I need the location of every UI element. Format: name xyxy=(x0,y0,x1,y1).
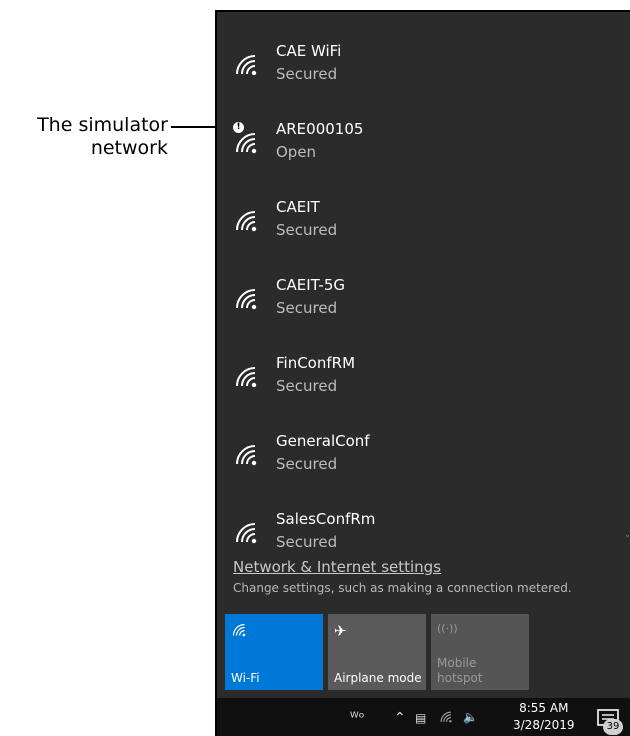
people-icon[interactable]: ᵂᵒ xyxy=(350,710,365,726)
notification-count-badge: 39 xyxy=(603,719,623,735)
network-name: CAEIT xyxy=(276,198,320,216)
wifi-signal-icon xyxy=(236,211,257,232)
network-item-finconfrm[interactable]: FinConfRM Secured xyxy=(217,350,627,426)
airplane-tile-label: Airplane mode xyxy=(334,671,422,685)
network-list[interactable]: CAE WiFi Secured ! ARE000105 Open CAEIT … xyxy=(217,12,630,547)
hotspot-tile-label: Mobile hotspot xyxy=(437,656,483,685)
network-status: Secured xyxy=(276,533,338,547)
wifi-signal-icon xyxy=(236,55,257,76)
network-flyout: CAE WiFi Secured ! ARE000105 Open CAEIT … xyxy=(215,10,630,736)
callout-line2: network xyxy=(90,137,168,159)
show-hidden-icons-chevron-icon[interactable]: ⌃ xyxy=(394,710,406,726)
network-item-salesconfrm[interactable]: SalesConfRm Secured xyxy=(217,506,627,547)
network-name: CAEIT-5G xyxy=(276,276,346,294)
clock[interactable]: 8:55 AM 3/28/2019 xyxy=(513,700,575,734)
settings-description: Change settings, such as making a connec… xyxy=(233,581,572,595)
network-name: SalesConfRm xyxy=(276,510,376,528)
wifi-tile-label: Wi-Fi xyxy=(231,671,260,685)
wifi-icon xyxy=(232,623,246,637)
network-item-cae-wifi[interactable]: CAE WiFi Secured xyxy=(217,38,627,114)
network-name: GeneralConf xyxy=(276,432,370,450)
network-name: FinConfRM xyxy=(276,354,356,372)
network-tray-icon[interactable] xyxy=(439,710,453,724)
wifi-signal-icon xyxy=(236,367,257,388)
network-name: ARE000105 xyxy=(276,120,364,138)
callout-label: The simulator network xyxy=(0,114,168,160)
airplane-icon: ✈ xyxy=(334,622,347,640)
scroll-down-arrow[interactable]: ⌄ xyxy=(624,530,630,539)
clock-date: 3/28/2019 xyxy=(513,718,575,732)
network-item-caeit-5g[interactable]: CAEIT-5G Secured xyxy=(217,272,627,348)
battery-icon[interactable]: ▤ xyxy=(415,711,426,725)
volume-icon[interactable]: 🔈 xyxy=(463,710,478,724)
callout-pointer xyxy=(171,126,217,128)
network-status: Secured xyxy=(276,299,338,317)
hotspot-icon: ((·)) xyxy=(437,622,458,635)
wifi-signal-icon xyxy=(236,523,257,544)
mobile-hotspot-tile[interactable]: ((·)) Mobile hotspot xyxy=(431,614,529,690)
network-name: CAE WiFi xyxy=(276,42,342,60)
network-status: Secured xyxy=(276,377,338,395)
network-item-caeit[interactable]: CAEIT Secured xyxy=(217,194,627,270)
network-status: Secured xyxy=(276,221,338,239)
network-status: Open xyxy=(276,143,317,161)
wifi-toggle-tile[interactable]: Wi-Fi xyxy=(225,614,323,690)
callout-line1: The simulator xyxy=(37,114,168,136)
network-status: Secured xyxy=(276,65,338,83)
airplane-mode-tile[interactable]: ✈ Airplane mode xyxy=(328,614,426,690)
network-status: Secured xyxy=(276,455,338,473)
settings-section: Network & Internet settings Change setti… xyxy=(233,558,628,595)
wifi-signal-icon xyxy=(236,133,257,154)
clock-time: 8:55 AM xyxy=(519,701,569,715)
network-item-generalconf[interactable]: GeneralConf Secured xyxy=(217,428,627,504)
taskbar: ᵂᵒ ⌃ ▤ 🔈 8:55 AM 3/28/2019 39 xyxy=(217,698,630,736)
wifi-signal-icon xyxy=(236,289,257,310)
wifi-signal-icon xyxy=(236,445,257,466)
network-internet-settings-link[interactable]: Network & Internet settings xyxy=(233,558,628,576)
open-network-warning-icon: ! xyxy=(233,122,244,133)
network-item-are000105[interactable]: ! ARE000105 Open xyxy=(217,116,627,192)
